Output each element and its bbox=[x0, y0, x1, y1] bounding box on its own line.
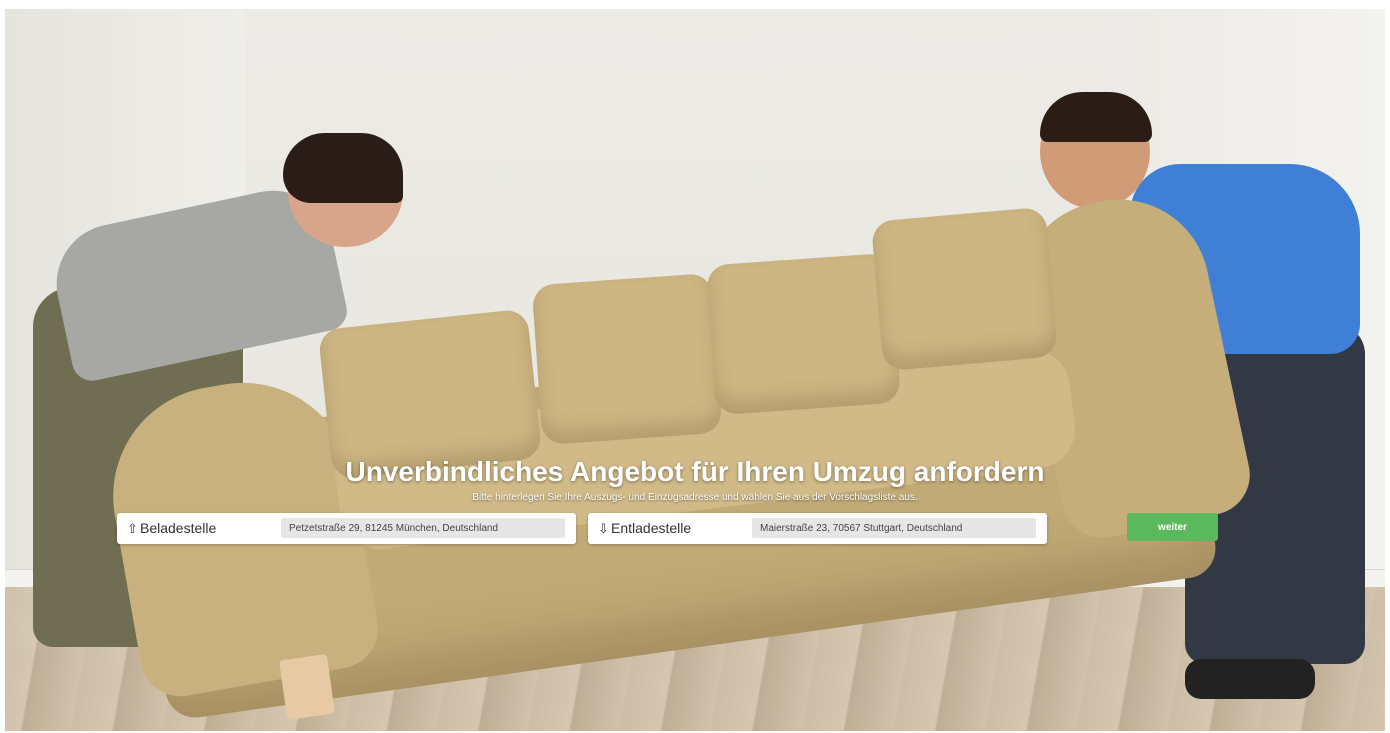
page-subtitle: Bitte hinterlegen Sie Ihre Auszugs- und … bbox=[472, 492, 918, 503]
unloading-point-icon: ⇩ bbox=[598, 521, 609, 536]
unloading-address-input[interactable] bbox=[752, 518, 1036, 538]
loading-address-label: ⇧ Beladestelle bbox=[127, 520, 217, 536]
loading-point-icon: ⇧ bbox=[127, 521, 138, 536]
unloading-address-label: ⇩ Entladestelle bbox=[598, 520, 692, 536]
next-button[interactable]: weiter bbox=[1127, 513, 1218, 541]
loading-address-input[interactable] bbox=[281, 518, 565, 538]
page: Unverbindliches Angebot für Ihren Umzug … bbox=[0, 0, 1390, 733]
loading-address-field: ⇧ Beladestelle bbox=[117, 513, 576, 544]
page-title: Unverbindliches Angebot für Ihren Umzug … bbox=[345, 456, 1045, 487]
quote-form-overlay: Unverbindliches Angebot für Ihren Umzug … bbox=[0, 0, 1390, 733]
unloading-address-field: ⇩ Entladestelle bbox=[588, 513, 1047, 544]
